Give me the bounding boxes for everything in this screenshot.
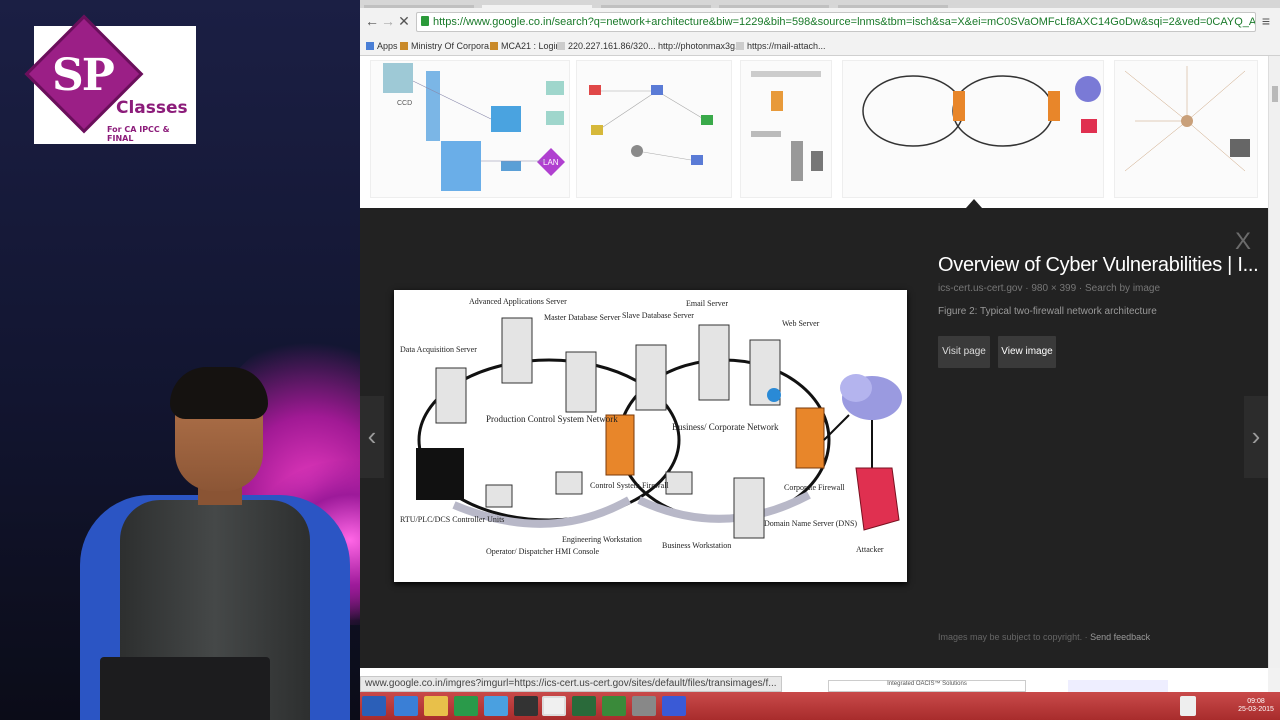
prev-image-button[interactable]: ‹ [360, 396, 384, 478]
bookmark-icon [490, 42, 498, 50]
image-preview-panel: ‹ › X Advanced Applications Server Maste… [360, 208, 1268, 668]
preview-meta: ics-cert.us-cert.gov · 980 × 399 · Searc… [938, 283, 1161, 294]
ccd-label: CCD [397, 100, 412, 107]
page-icon [736, 42, 744, 50]
clock[interactable]: 09:08 25-03-2015 [1232, 698, 1280, 714]
diagram-label: Domain Name Server (DNS) [764, 519, 857, 528]
diagram-label: Email Server [686, 299, 728, 308]
menu-icon[interactable]: ≡ [1258, 13, 1274, 29]
diagram-label: RTU/PLC/DCS Controller Units [400, 515, 504, 524]
clock-time: 09:08 [1247, 698, 1265, 705]
presenter-hair [170, 367, 268, 419]
preview-source[interactable]: ics-cert.us-cert.gov [938, 283, 1022, 294]
result-snippet[interactable]: Integrated OACIS™ Solutions [828, 680, 1026, 692]
apps-icon [366, 42, 374, 50]
browser-window: ← → ✕ https://www.google.co.in/search?q=… [360, 0, 1280, 695]
preview-title[interactable]: Overview of Cyber Vulnerabilities | I... [938, 254, 1259, 277]
presenter-laptop [100, 657, 270, 720]
visit-page-button[interactable]: Visit page [938, 336, 990, 368]
bookmarks-bar: Apps Ministry Of Corpora... MCA21 : Logi… [360, 36, 1280, 56]
address-bar[interactable]: https://www.google.co.in/search?q=networ… [416, 12, 1256, 32]
page-icon [557, 42, 565, 50]
preview-image[interactable]: Advanced Applications Server Master Data… [394, 290, 907, 582]
start-button[interactable] [362, 696, 386, 716]
result-snippet[interactable] [1068, 680, 1168, 692]
stop-button[interactable]: ✕ [396, 13, 412, 29]
diagram-label: Operator/ Dispatcher HMI Console [486, 547, 600, 556]
toolbar: ← → ✕ https://www.google.co.in/search?q=… [360, 8, 1280, 36]
search-by-image-link[interactable]: Search by image [1085, 283, 1160, 294]
excel-icon[interactable] [454, 696, 478, 716]
diagram-label: Business/ Corporate Network [672, 422, 779, 432]
result-thumbnail[interactable] [740, 60, 832, 198]
keyboard-icon[interactable] [1180, 696, 1196, 716]
bookmark-item[interactable]: MCA21 : Login [490, 36, 561, 56]
presenter [20, 365, 350, 720]
diagram-label: Master Database Server [544, 313, 621, 322]
word-icon[interactable] [662, 696, 686, 716]
send-feedback-link[interactable]: Send feedback [1090, 632, 1150, 642]
address-bar-url: https://www.google.co.in/search?q=networ… [433, 16, 1256, 28]
page-scrollbar[interactable] [1268, 56, 1280, 668]
thumbnail-diagram: LAN CCD [383, 63, 565, 191]
logo-name: Classes [116, 98, 188, 118]
logo-tagline: For CA IPCC & FINAL [107, 125, 170, 143]
thumbnail-diagram [862, 75, 1101, 147]
result-thumbnail[interactable] [1114, 60, 1258, 198]
chrome-icon[interactable] [542, 696, 566, 716]
preview-dimensions: 980 × 399 [1031, 283, 1077, 294]
scrollbar-thumb[interactable] [1272, 86, 1278, 102]
diagram-label: Slave Database Server [622, 311, 694, 320]
app-icon[interactable] [632, 696, 656, 716]
diagram-label: Business Workstation [662, 541, 731, 550]
bookmark-item[interactable]: http://photonmax3g... [658, 36, 743, 56]
lan-label: LAN [543, 158, 559, 167]
copyright-notice: Images may be subject to copyright. [938, 632, 1083, 642]
diagram-label: Attacker [856, 545, 884, 554]
status-bar-url: www.google.co.in/imgres?imgurl=https://i… [360, 676, 782, 692]
close-icon[interactable]: X [1235, 228, 1251, 256]
back-button[interactable]: ← [364, 13, 380, 29]
ie-icon[interactable] [394, 696, 418, 716]
diagram-label: Data Acquisition Server [400, 345, 477, 354]
diagram-label: Web Server [782, 319, 820, 328]
panel-footer: Images may be subject to copyright. · Se… [938, 632, 1151, 642]
result-thumbnail[interactable] [576, 60, 732, 198]
presenter-video: SP Classes For CA IPCC & FINAL [0, 0, 360, 720]
app-icon[interactable] [484, 696, 508, 716]
preview-caption: Figure 2: Typical two-firewall network a… [938, 306, 1157, 317]
lock-icon [421, 16, 429, 26]
result-thumbnail[interactable]: LAN CCD [370, 60, 570, 198]
clock-date: 25-03-2015 [1238, 706, 1274, 713]
thumbnail-diagram [1124, 66, 1250, 172]
diagram-label: Control System Firewall [590, 481, 669, 490]
bookmark-item[interactable]: https://mail-attach... [736, 36, 826, 56]
tab-strip [360, 0, 1280, 8]
diagram-label: Engineering Workstation [562, 535, 642, 544]
explorer-icon[interactable] [424, 696, 448, 716]
sp-classes-logo: SP Classes For CA IPCC & FINAL [24, 14, 196, 144]
app-icon[interactable] [602, 696, 626, 716]
selected-pointer [966, 199, 982, 208]
network-diagram: Advanced Applications Server Master Data… [400, 297, 902, 556]
view-image-button[interactable]: View image [998, 336, 1056, 368]
bookmark-item[interactable]: Ministry Of Corpora... [400, 36, 497, 56]
forward-button[interactable]: → [380, 13, 396, 29]
result-thumbnail[interactable] [842, 60, 1104, 198]
image-results-strip: LAN CCD [360, 56, 1268, 208]
logo-mark: SP [52, 50, 115, 101]
bookmark-apps[interactable]: Apps [366, 36, 398, 56]
bookmark-item[interactable]: 220.227.161.86/320... [557, 36, 656, 56]
diagram-label: Production Control System Network [486, 414, 618, 424]
next-image-button[interactable]: › [1244, 396, 1268, 478]
windows-taskbar: 09:08 25-03-2015 [360, 692, 1280, 720]
app-icon[interactable] [514, 696, 538, 716]
diagram-label: Advanced Applications Server [469, 297, 567, 306]
diagram-label: Corporate Firewall [784, 483, 845, 492]
bookmark-icon [400, 42, 408, 50]
thumbnail-diagram [589, 85, 713, 165]
thumbnail-diagram [751, 71, 823, 181]
app-icon[interactable] [572, 696, 596, 716]
